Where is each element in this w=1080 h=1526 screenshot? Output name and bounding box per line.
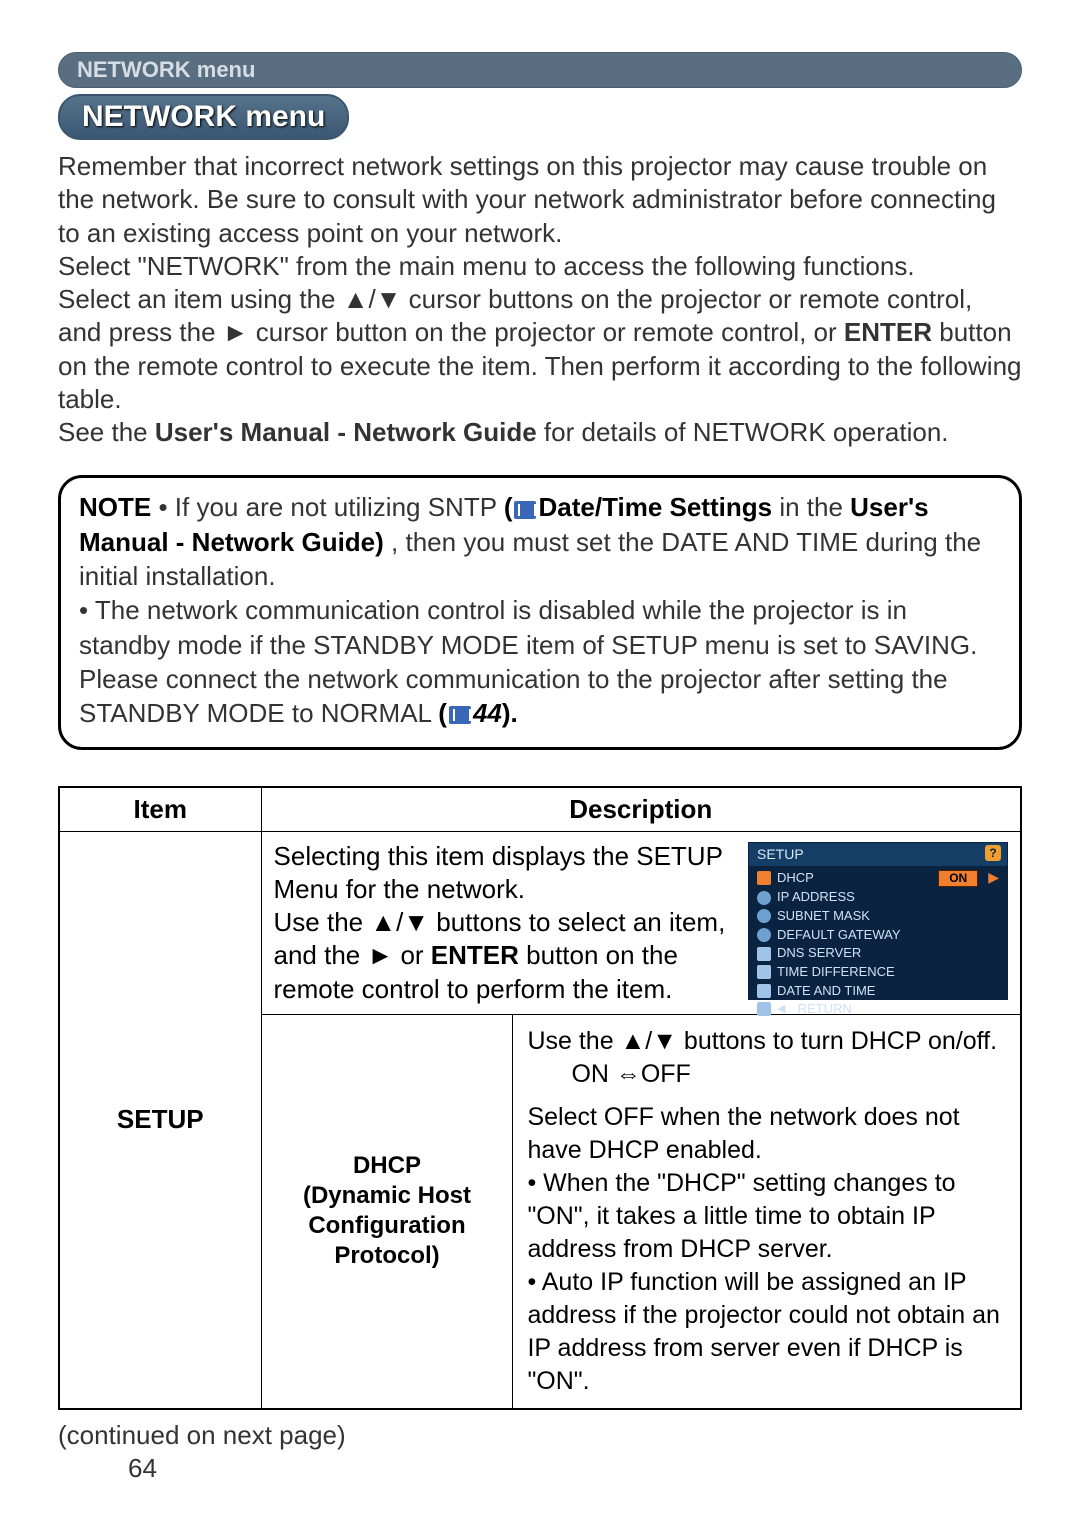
note-box: NOTE • If you are not utilizing SNTP ( Da…: [58, 475, 1022, 749]
osd-row: DNS SERVER: [757, 944, 999, 963]
dhcp-sep-icon: ⇔: [616, 1058, 634, 1091]
osd-icon: [757, 984, 771, 998]
section-bar: NETWORK menu: [58, 52, 1022, 88]
osd-row-label: DATE AND TIME: [777, 983, 875, 1000]
osd-row-label: DEFAULT GATEWAY: [777, 927, 901, 944]
th-description: Description: [261, 787, 1021, 832]
osd-icon: [757, 947, 771, 961]
intro-enter: ENTER: [844, 317, 932, 347]
osd-icon: [757, 891, 771, 905]
dhcp-on: ON: [571, 1060, 609, 1088]
osd-row-label: TIME DIFFERENCE: [777, 964, 895, 981]
book-icon: [514, 501, 536, 519]
th-item: Item: [59, 787, 261, 832]
osd-icon: [757, 909, 771, 923]
osd-body: DHCP ON ▶ IP ADDRESS SUBNET MASK DEFAULT G…: [749, 866, 1007, 1022]
osd-on-badge: ON: [938, 870, 978, 887]
intro-p3a: Select an item using the ▲/▼ cursor butt…: [58, 284, 972, 347]
osd-row-label: IP ADDRESS: [777, 889, 855, 906]
section-pill-label: NETWORK menu: [82, 100, 325, 133]
description-table: Item Description SETUP SETUP ? DHCP ON ▶ I…: [58, 786, 1022, 1410]
intro-p4b: for details of NETWORK operation.: [544, 417, 949, 447]
osd-title: SETUP: [757, 846, 804, 862]
osd-row: SUBNET MASK: [757, 907, 999, 926]
osd-row-label: SUBNET MASK: [777, 908, 870, 925]
note-label: NOTE: [79, 492, 151, 522]
osd-return-arrow: ◀ :: [777, 1002, 792, 1016]
dhcp-name-cell: DHCP (Dynamic Host Conﬁguration Protocol…: [261, 1014, 513, 1409]
note-line1c: in the: [779, 492, 850, 522]
intro-p1: Remember that incorrect network settings…: [58, 151, 996, 248]
osd-icon: [757, 928, 771, 942]
intro-text: Remember that incorrect network settings…: [58, 150, 1022, 449]
dhcp-subtitle: (Dynamic Host Conﬁguration Protocol): [303, 1182, 471, 1269]
setup-desc-a: Selecting this item displays the SETUP M…: [274, 841, 723, 904]
osd-help-icon: ?: [985, 845, 1001, 861]
intro-manual: User's Manual - Network Guide: [155, 417, 537, 447]
intro-p2: Select "NETWORK" from the main menu to a…: [58, 251, 915, 281]
osd-row: IP ADDRESS: [757, 888, 999, 907]
dhcp-desc-d: • Auto IP function will be assigned an I…: [527, 1268, 1000, 1395]
osd-return-icon: [757, 1002, 771, 1016]
note-ref-close: ).: [502, 698, 518, 728]
setup-label: SETUP: [117, 1104, 204, 1134]
note-link1: Date/Time Settings: [538, 492, 772, 522]
dhcp-desc-b: Select OFF when the network does not hav…: [527, 1103, 959, 1164]
osd-arrow-icon: ▶: [988, 869, 999, 887]
osd-header: SETUP ?: [749, 843, 1007, 867]
dhcp-title: DHCP: [353, 1152, 421, 1179]
setup-item-cell: SETUP: [59, 831, 261, 1409]
osd-row: DATE AND TIME: [757, 982, 999, 1001]
osd-icon: [757, 965, 771, 979]
note-line2a: • The network communication control is d…: [79, 595, 977, 728]
page-number: 64: [128, 1453, 157, 1484]
osd-row-return: ◀ : RETURN: [757, 1000, 999, 1019]
osd-icon: [757, 871, 771, 885]
section-bar-label: NETWORK menu: [77, 57, 255, 82]
dhcp-off: OFF: [641, 1060, 691, 1088]
dhcp-desc-cell: Use the ▲/▼ buttons to turn DHCP on/off.…: [513, 1014, 1021, 1409]
table-row: SETUP SETUP ? DHCP ON ▶ IP ADDRESS SUBNET …: [59, 831, 1021, 1014]
dhcp-desc-c: • When the "DHCP" setting changes to "ON…: [527, 1169, 955, 1263]
intro-p4a: See the: [58, 417, 155, 447]
note-ref-open: (: [438, 698, 447, 728]
book-icon: [449, 706, 471, 724]
osd-row: DEFAULT GATEWAY: [757, 926, 999, 945]
setup-desc-cell: SETUP ? DHCP ON ▶ IP ADDRESS SUBNET MASK D…: [261, 831, 1021, 1014]
osd-row-label: DHCP: [777, 870, 814, 887]
note-line1a: • If you are not utilizing SNTP: [158, 492, 503, 522]
osd-row-dhcp: DHCP ON ▶: [757, 868, 999, 888]
note-paren1: (: [504, 492, 513, 522]
section-title-pill: NETWORK menu: [58, 94, 349, 140]
dhcp-desc-a: Use the ▲/▼ buttons to turn DHCP on/off.: [527, 1027, 997, 1055]
osd-panel: SETUP ? DHCP ON ▶ IP ADDRESS SUBNET MASK D…: [748, 842, 1008, 1000]
osd-row-label: RETURN: [798, 1001, 852, 1018]
note-refnum: 44: [473, 698, 502, 728]
osd-row: TIME DIFFERENCE: [757, 963, 999, 982]
setup-desc-enter: ENTER: [431, 940, 519, 970]
table-header-row: Item Description: [59, 787, 1021, 832]
osd-row-label: DNS SERVER: [777, 945, 861, 962]
continued-label: (continued on next page): [58, 1420, 1022, 1451]
